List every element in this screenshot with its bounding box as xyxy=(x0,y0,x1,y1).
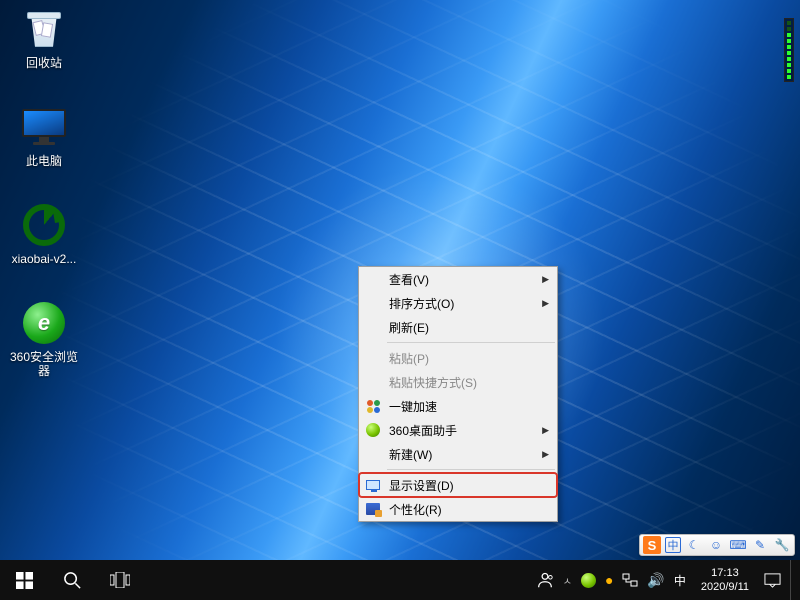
menu-item-360-helper[interactable]: 360桌面助手 xyxy=(359,418,557,442)
ime-lang-button[interactable]: 中 xyxy=(665,537,681,553)
monitor-icon xyxy=(22,109,66,145)
menu-item-refresh[interactable]: 刷新(E) xyxy=(359,315,557,339)
recycle-bin-icon xyxy=(24,9,64,49)
menu-item-new[interactable]: 新建(W) xyxy=(359,442,557,466)
menu-item-label: 360桌面助手 xyxy=(389,422,457,439)
task-view-button[interactable] xyxy=(96,560,144,600)
menu-separator xyxy=(387,469,555,470)
system-tray: ㅅ ● 🔊 中 17:13 2020/9/11 xyxy=(532,560,800,600)
start-button[interactable] xyxy=(0,560,48,600)
speedup-icon xyxy=(365,398,381,414)
personalize-icon xyxy=(365,501,381,517)
tray-volume-icon[interactable]: 🔊 xyxy=(647,560,664,600)
menu-item-label: 显示设置(D) xyxy=(389,477,454,494)
browser-360-icon: e xyxy=(23,302,65,344)
display-icon xyxy=(365,477,381,493)
menu-item-label: 粘贴(P) xyxy=(389,350,429,367)
desktop-icon-label: 此电脑 xyxy=(6,153,82,169)
menu-item-personalize[interactable]: 个性化(R) xyxy=(359,497,557,521)
tray-ime-indicator[interactable]: 中 xyxy=(674,560,686,600)
tray-overflow-button[interactable]: ㅅ xyxy=(563,560,572,600)
browser-360-icon xyxy=(581,573,596,588)
menu-item-view[interactable]: 查看(V) xyxy=(359,267,557,291)
ime-face-icon[interactable]: ☺ xyxy=(707,536,725,554)
performance-meter-widget[interactable] xyxy=(784,18,794,82)
menu-item-display-settings[interactable]: 显示设置(D) xyxy=(359,473,557,497)
taskbar-clock[interactable]: 17:13 2020/9/11 xyxy=(695,566,755,594)
ime-tool-icon[interactable]: ✎ xyxy=(751,536,769,554)
menu-item-speedup[interactable]: 一键加速 xyxy=(359,394,557,418)
menu-item-label: 个性化(R) xyxy=(389,501,442,518)
clock-date: 2020/9/11 xyxy=(701,580,749,594)
menu-item-label: 刷新(E) xyxy=(389,319,429,336)
desktop-icon-label: 回收站 xyxy=(6,55,82,71)
tray-network-icon[interactable] xyxy=(622,560,638,600)
people-icon xyxy=(536,571,554,589)
tray-360-icon[interactable] xyxy=(581,560,596,600)
menu-item-paste: 粘贴(P) xyxy=(359,346,557,370)
menu-item-label: 排序方式(O) xyxy=(389,295,454,312)
menu-item-label: 新建(W) xyxy=(389,446,432,463)
menu-item-sort[interactable]: 排序方式(O) xyxy=(359,291,557,315)
windows-logo-icon xyxy=(16,572,33,589)
desktop-icon-label: 360安全浏览器 xyxy=(6,349,82,379)
action-center-button[interactable] xyxy=(764,560,781,600)
browser-360-icon xyxy=(365,422,381,438)
menu-item-label: 查看(V) xyxy=(389,271,429,288)
ime-toolbar[interactable]: S 中 ☾ ☺ ⌨ ✎ 🔧 xyxy=(639,534,795,556)
taskbar: ㅅ ● 🔊 中 17:13 2020/9/11 xyxy=(0,560,800,600)
ime-keyboard-icon[interactable]: ⌨ xyxy=(729,536,747,554)
menu-item-label: 粘贴快捷方式(S) xyxy=(389,374,477,391)
network-icon xyxy=(622,572,638,588)
clock-time: 17:13 xyxy=(701,566,749,580)
tray-shield-icon[interactable]: ● xyxy=(605,560,613,600)
search-button[interactable] xyxy=(48,560,96,600)
menu-separator xyxy=(387,342,555,343)
notification-icon xyxy=(764,572,781,589)
menu-item-paste-shortcut: 粘贴快捷方式(S) xyxy=(359,370,557,394)
refresh-arrow-icon xyxy=(23,204,65,246)
ime-settings-icon[interactable]: 🔧 xyxy=(773,536,791,554)
desktop-icon-xiaobai[interactable]: xiaobai-v2... xyxy=(6,202,82,267)
desktop-context-menu: 查看(V) 排序方式(O) 刷新(E) 粘贴(P) 粘贴快捷方式(S) 一键加速… xyxy=(358,266,558,522)
ime-logo-icon[interactable]: S xyxy=(643,536,661,554)
desktop-icon-label: xiaobai-v2... xyxy=(6,251,82,267)
desktop-icon-recycle-bin[interactable]: 回收站 xyxy=(6,6,82,71)
search-icon xyxy=(63,571,82,590)
desktop-icon-this-pc[interactable]: 此电脑 xyxy=(6,104,82,169)
tray-people-button[interactable] xyxy=(536,560,554,600)
menu-item-label: 一键加速 xyxy=(389,398,437,415)
desktop[interactable]: 回收站 此电脑 xiaobai-v2... e 360安全浏览器 查看(V) 排… xyxy=(0,0,800,560)
show-desktop-button[interactable] xyxy=(790,560,796,600)
desktop-icon-360-browser[interactable]: e 360安全浏览器 xyxy=(6,300,82,379)
task-view-icon xyxy=(110,572,130,588)
ime-moon-icon[interactable]: ☾ xyxy=(685,536,703,554)
